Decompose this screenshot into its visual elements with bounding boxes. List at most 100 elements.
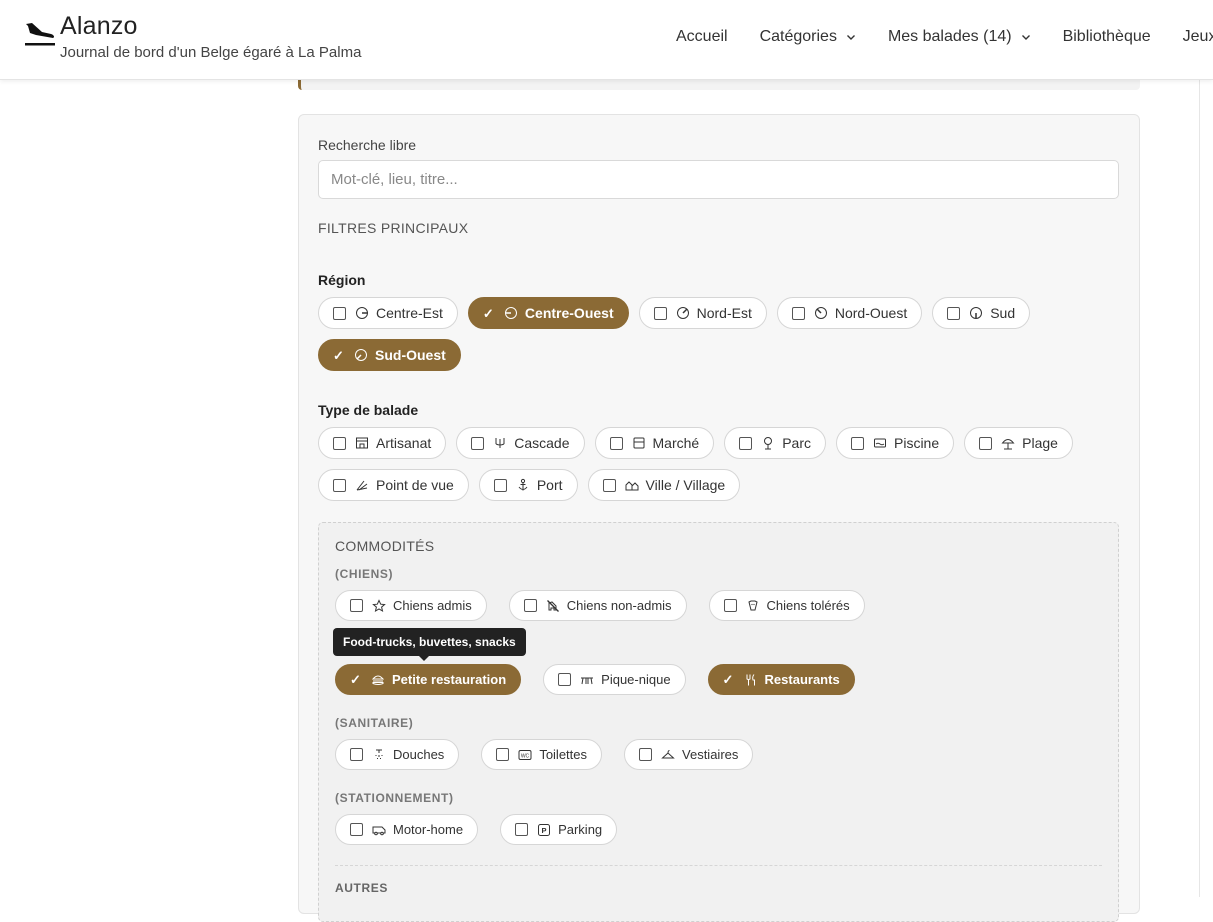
- chip-toilettes[interactable]: WC Toilettes: [481, 739, 603, 770]
- tree-icon: [761, 436, 775, 450]
- chiens-chips: Chiens admis Chiens non-admis Chiens tol…: [335, 590, 865, 621]
- checkbox[interactable]: [739, 436, 753, 450]
- type-chip-plage[interactable]: Plage: [964, 427, 1073, 459]
- chip-douches[interactable]: Douches: [335, 739, 460, 770]
- chip-label: Plage: [1022, 435, 1058, 451]
- chip-label: Parc: [782, 435, 811, 451]
- chip-chiens-non-admis[interactable]: Chiens non-admis: [508, 590, 687, 621]
- group-label-autres: AUTRES: [335, 881, 388, 895]
- checkbox[interactable]: [602, 478, 616, 492]
- chip-chiens-toleres[interactable]: Chiens tolérés: [708, 590, 865, 621]
- checkbox[interactable]: [350, 748, 363, 761]
- chip-pique-nique[interactable]: Pique-nique: [543, 664, 686, 695]
- region-chip-centre-est[interactable]: Centre-Est: [318, 297, 458, 329]
- checkbox[interactable]: [350, 599, 363, 612]
- region-chip-nord-ouest[interactable]: Nord-Ouest: [776, 297, 923, 329]
- chip-label: Point de vue: [376, 477, 454, 493]
- checkbox[interactable]: [471, 436, 485, 450]
- nav-item-jeux[interactable]: Jeux: [1183, 28, 1213, 46]
- chip-label: Nord-Est: [696, 305, 752, 321]
- group-label-stationnement: (STATIONNEMENT): [335, 791, 454, 805]
- commodites-box: COMMODITÉS (CHIENS) Chiens admis Chiens …: [318, 522, 1119, 922]
- divider: [335, 865, 1102, 866]
- type-chip-cascade[interactable]: Cascade: [456, 427, 585, 459]
- compass-northwest-icon: [814, 306, 828, 320]
- chevron-down-icon: [1021, 35, 1030, 40]
- type-chip-piscine[interactable]: Piscine: [836, 427, 955, 459]
- chip-label: Pique-nique: [601, 672, 671, 687]
- chip-parking[interactable]: P Parking: [500, 814, 618, 845]
- region-chip-centre-ouest[interactable]: ✓ Centre-Ouest: [467, 297, 629, 329]
- region-chip-sud-ouest[interactable]: ✓ Sud-Ouest: [318, 339, 461, 371]
- nav-item-bibliotheque[interactable]: Bibliothèque: [1063, 28, 1151, 46]
- region-chip-nord-est[interactable]: Nord-Est: [638, 297, 767, 329]
- chip-vestiaires[interactable]: Vestiaires: [624, 739, 754, 770]
- check-icon: ✓: [722, 672, 734, 687]
- main-nav: Accueil Catégories Mes balades (14) Bibl…: [676, 28, 1213, 46]
- nav-item-mes-balades[interactable]: Mes balades (14): [888, 28, 1031, 46]
- checkbox[interactable]: [639, 748, 653, 761]
- checkbox[interactable]: [333, 436, 346, 450]
- checkbox[interactable]: [723, 599, 737, 612]
- checkbox[interactable]: [558, 673, 572, 686]
- content-border: [1199, 80, 1200, 897]
- checkbox[interactable]: [496, 748, 510, 761]
- plane-landing-icon[interactable]: [24, 20, 56, 48]
- checkbox[interactable]: [350, 823, 363, 836]
- checkbox[interactable]: [523, 599, 537, 612]
- nav-label: Bibliothèque: [1062, 28, 1151, 45]
- chip-motor-home[interactable]: Motor-home: [335, 814, 479, 845]
- parking-icon: P: [537, 823, 551, 837]
- check-icon: ✓: [482, 305, 494, 321]
- search-input[interactable]: [318, 160, 1119, 199]
- chip-chiens-admis[interactable]: Chiens admis: [335, 590, 487, 621]
- chip-restaurants[interactable]: ✓ Restaurants: [707, 664, 855, 695]
- chip-label: Chiens admis: [393, 598, 472, 613]
- chevron-down-icon: [846, 35, 855, 40]
- compass-southwest-icon: [354, 348, 368, 362]
- commodites-title: COMMODITÉS: [335, 538, 435, 554]
- chip-label: Ville / Village: [645, 477, 726, 493]
- type-chip-marche[interactable]: Marché: [594, 427, 715, 459]
- nav-item-categories[interactable]: Catégories: [760, 28, 856, 46]
- site-title[interactable]: Alanzo: [60, 12, 138, 41]
- picnic-table-icon: [580, 673, 594, 687]
- anchor-icon: [516, 478, 530, 492]
- filter-panel: Recherche libre FILTRES PRINCIPAUX Régio…: [298, 114, 1140, 922]
- nav-item-accueil[interactable]: Accueil: [676, 28, 728, 46]
- site-tagline: Journal de bord d'un Belge égaré à La Pa…: [60, 44, 362, 61]
- shower-icon: [372, 748, 386, 762]
- nav-label: Catégories: [759, 28, 837, 45]
- checkbox[interactable]: [979, 436, 993, 450]
- chip-label: Restaurants: [764, 672, 840, 687]
- checkbox[interactable]: [851, 436, 864, 450]
- chip-label: Petite restauration: [392, 672, 507, 687]
- tooltip-text: Food-trucks, buvettes, snacks: [343, 635, 516, 649]
- restauration-chips: ✓ Petite restauration Pique-nique ✓ Rest…: [335, 664, 855, 695]
- type-chip-ville-village[interactable]: Ville / Village: [587, 469, 741, 501]
- checkbox[interactable]: [515, 823, 529, 836]
- group-label-sanitaire: (SANITAIRE): [335, 716, 414, 730]
- nav-label: Mes balades (14): [887, 28, 1012, 45]
- chip-petite-restauration[interactable]: ✓ Petite restauration: [335, 664, 522, 695]
- checkbox[interactable]: [609, 436, 623, 450]
- check-icon: ✓: [333, 347, 344, 363]
- compass-northeast-icon: [676, 306, 690, 320]
- checkbox[interactable]: [791, 306, 805, 320]
- checkbox[interactable]: [333, 478, 346, 492]
- checkbox[interactable]: [653, 306, 667, 320]
- checkbox[interactable]: [493, 478, 507, 492]
- chip-label: Sud-Ouest: [375, 347, 446, 363]
- stationnement-chips: Motor-home P Parking: [335, 814, 618, 845]
- type-chip-port[interactable]: Port: [478, 469, 578, 501]
- chip-label: Chiens tolérés: [766, 598, 850, 613]
- checkbox[interactable]: [947, 306, 961, 320]
- tooltip: Food-trucks, buvettes, snacks: [333, 628, 526, 661]
- type-chip-artisanat[interactable]: Artisanat: [318, 427, 447, 459]
- checkbox[interactable]: [333, 306, 346, 320]
- notice-box-bottom: [298, 80, 1140, 90]
- fork-knife-icon: [744, 673, 758, 687]
- region-chip-sud[interactable]: Sud: [932, 297, 1031, 329]
- type-chip-parc[interactable]: Parc: [724, 427, 826, 459]
- type-chip-point-de-vue[interactable]: Point de vue: [318, 469, 469, 501]
